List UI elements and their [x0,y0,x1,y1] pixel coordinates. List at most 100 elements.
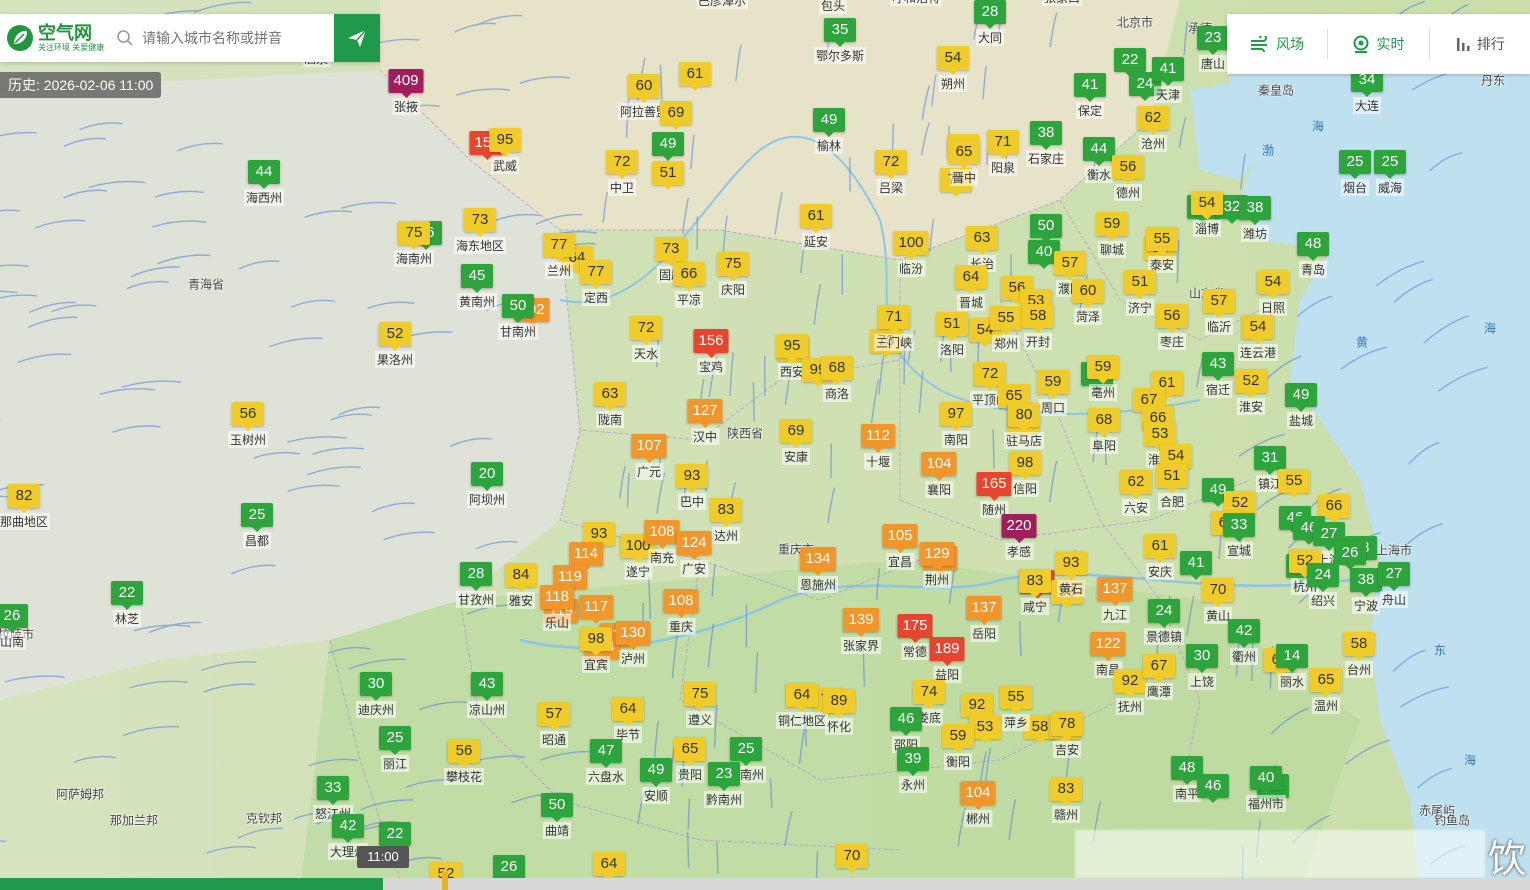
aqi-station-marker[interactable]: 55 郑州 [990,306,1022,352]
aqi-station-marker[interactable]: 57 临沂 [1203,289,1235,335]
aqi-station-marker[interactable]: 64 [593,852,625,881]
aqi-station-marker[interactable]: 59 聊城 [1096,212,1128,258]
aqi-station-marker[interactable]: 93 巴中 [676,464,708,510]
aqi-station-marker[interactable]: 64 毕节 [612,697,644,743]
history-timestamp[interactable]: 历史: 2026-02-06 11:00 [0,72,162,98]
aqi-station-marker[interactable]: 61 安庆 [1144,534,1176,580]
aqi-station-marker[interactable]: 50 曲靖 [541,793,573,839]
aqi-station-marker[interactable]: 51 合肥 [1156,464,1188,510]
aqi-station-marker[interactable]: 69 安康 [780,419,812,465]
aqi-station-marker[interactable]: 112 十堰 [861,424,895,470]
aqi-station-marker[interactable]: 59 亳州 [1087,355,1119,401]
aqi-station-marker[interactable]: 25 昌都 [241,503,273,549]
aqi-station-marker[interactable]: 51 洛阳 [936,312,968,358]
aqi-station-marker[interactable]: 98 信阳 [1009,451,1041,497]
ranking-button[interactable]: 排行 [1428,29,1530,59]
aqi-station-marker[interactable]: 41 [1180,551,1212,580]
aqi-station-marker[interactable]: 27 舟山 [1378,562,1410,608]
aqi-station-marker[interactable]: 78 吉安 [1051,712,1083,758]
aqi-station-marker[interactable]: 68 阜阳 [1088,408,1120,454]
aqi-station-marker[interactable]: 93 黄石 [1055,551,1087,597]
aqi-station-marker[interactable]: 55 泰安 [1146,227,1178,273]
aqi-station-marker[interactable]: 56 枣庄 [1156,304,1188,350]
aqi-station-marker[interactable]: 24 景德镇 [1143,599,1185,645]
aqi-station-marker[interactable]: 52 果洛州 [374,322,416,368]
aqi-station-marker[interactable]: 56 玉树州 [227,402,269,448]
aqi-station-marker[interactable]: 26 山南 [0,604,28,650]
aqi-station-marker[interactable]: 54 连云港 [1237,315,1279,361]
aqi-station-marker[interactable]: 26 [493,855,525,884]
aqi-station-marker[interactable]: 92 [961,693,993,722]
aqi-station-marker[interactable]: 25 烟台 [1339,150,1371,196]
aqi-station-marker[interactable]: 30 上饶 [1186,644,1218,690]
aqi-station-marker[interactable]: 69 [660,101,692,130]
aqi-station-marker[interactable]: 117 [579,595,613,624]
aqi-station-marker[interactable]: 22 林芝 [111,581,143,627]
aqi-station-marker[interactable]: 23 唐山 [1197,26,1229,72]
aqi-station-marker[interactable]: 73 海东地区 [453,208,507,254]
aqi-station-marker[interactable]: 124 广安 [676,531,712,577]
aqi-station-marker[interactable]: 82 那曲地区 [0,484,51,530]
aqi-station-marker[interactable]: 44 海西州 [243,160,285,206]
aqi-station-marker[interactable]: 72 天水 [630,316,662,362]
aqi-station-marker[interactable]: 71 阳泉 [987,130,1019,176]
aqi-station-marker[interactable]: 104 郴州 [960,781,996,827]
aqi-station-marker[interactable]: 54 日照 [1257,270,1289,316]
aqi-station-marker[interactable]: 98 宜宾 [580,627,612,673]
aqi-station-marker[interactable]: 134 恩施州 [797,547,839,593]
aqi-station-marker[interactable]: 60 菏泽 [1072,279,1104,325]
timeline-bar[interactable] [0,878,1530,890]
aqi-station-marker[interactable]: 23 黔南州 [703,762,745,808]
aqi-station-marker[interactable]: 165 随州 [976,472,1012,518]
aqi-station-marker[interactable]: 71 三门峡 [873,305,915,351]
aqi-station-marker[interactable]: 83 达州 [710,498,742,544]
aqi-station-marker[interactable]: 104 襄阳 [921,452,957,498]
aqi-station-marker[interactable]: 92 抚州 [1114,669,1146,715]
aqi-station-marker[interactable]: 137 九江 [1097,577,1133,623]
aqi-station-marker[interactable]: 35 鄂尔多斯 [813,18,867,64]
aqi-station-marker[interactable]: 49 [652,132,684,161]
aqi-station-marker[interactable]: 28 甘孜州 [455,562,497,608]
aqi-station-marker[interactable]: 175 常德 [897,614,933,660]
aqi-station-marker[interactable]: 409 张掖 [388,69,424,115]
realtime-toggle[interactable]: 实时 [1327,29,1428,59]
wind-field-toggle[interactable]: 风场 [1227,29,1327,59]
aqi-station-marker[interactable]: 107 广元 [631,434,667,480]
aqi-station-marker[interactable]: 33 宣城 [1223,513,1255,559]
aqi-station-marker[interactable]: 51 [652,161,684,190]
aqi-station-marker[interactable]: 75 海南州 [393,221,435,267]
aqi-station-marker[interactable]: 64 晋城 [955,265,987,311]
aqi-station-marker[interactable]: 30包头 [817,0,849,14]
aqi-station-marker[interactable]: 118 乐山 [540,585,574,631]
aqi-station-marker[interactable]: 220 孝感 [1001,514,1037,560]
aqi-station-marker[interactable]: 44 衡水 [1083,137,1115,183]
aqi-station-marker[interactable]: 77 定西 [580,260,612,306]
aqi-station-marker[interactable]: 28 大同 [974,0,1006,46]
aqi-station-marker[interactable]: 70 黄山 [1202,578,1234,624]
aqi-station-marker[interactable]: 97 南阳 [940,402,972,448]
aqi-station-marker[interactable]: 24张家口 [1041,0,1083,6]
aqi-station-marker[interactable]: 42 衢州 [1228,619,1260,665]
aqi-station-marker[interactable]: 34 大连 [1351,68,1383,114]
timeline-handle[interactable] [442,872,448,890]
aqi-station-marker[interactable]: 83 咸宁 [1019,569,1051,615]
aqi-station-marker[interactable]: 137 岳阳 [966,596,1002,642]
aqi-station-marker[interactable]: 41 保定 [1074,73,1106,119]
aqi-station-marker[interactable]: 108 南充 [644,520,680,566]
aqi-station-marker[interactable]: 64 铜仁地区 [775,683,829,729]
aqi-station-marker[interactable]: 52 淮安 [1235,369,1267,415]
aqi-station-marker[interactable]: 30 迪庆州 [355,672,397,718]
logo[interactable]: 空气网 关注环境 关爱健康 [0,14,112,62]
aqi-station-marker[interactable]: 84 雅安 [505,563,537,609]
aqi-station-marker[interactable]: 68 商洛 [821,356,853,402]
aqi-station-marker[interactable]: 62 六安 [1120,470,1152,516]
aqi-station-marker[interactable]: 14 丽水 [1276,644,1308,690]
aqi-station-marker[interactable]: 156 宝鸡 [693,329,729,375]
aqi-station-marker[interactable]: 75 庆阳 [717,252,749,298]
aqi-station-marker[interactable]: 45 黄南州 [456,264,498,310]
aqi-station-marker[interactable]: 62 沧州 [1137,106,1169,152]
aqi-station-marker[interactable]: 46 [1197,774,1229,803]
aqi-station-marker[interactable]: 38 潍坊 [1239,196,1271,242]
aqi-station-marker[interactable]: 67 鹰潭 [1143,654,1175,700]
map[interactable]: 青海省陕西省重庆市阿萨姆邦那加兰邦克钦邦北京市承德秦皇岛丹东山东省上海市赤尾屿钓… [0,0,1530,890]
